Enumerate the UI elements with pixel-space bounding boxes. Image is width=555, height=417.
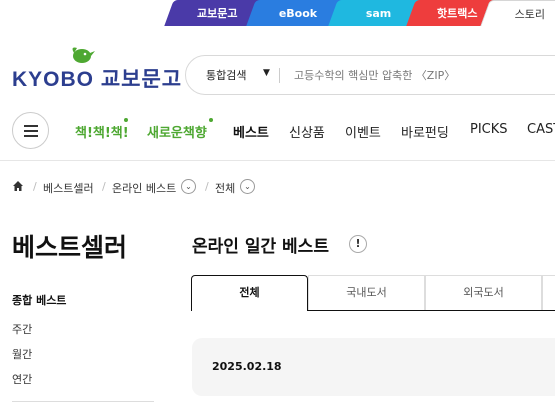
home-icon[interactable]: [12, 180, 24, 192]
breadcrumb-separator: /: [205, 180, 209, 193]
tab-more[interactable]: [542, 275, 555, 311]
date-panel: 2025.02.18: [192, 338, 555, 396]
breadcrumb-all[interactable]: 전체: [215, 180, 235, 196]
breadcrumb-separator: /: [102, 180, 106, 193]
nav-item-picks[interactable]: PICKS: [470, 122, 508, 137]
side-link-weekly[interactable]: 주간: [12, 321, 32, 337]
side-link-monthly[interactable]: 월간: [12, 346, 32, 362]
tab-all[interactable]: 전체: [191, 275, 308, 311]
search-bar[interactable]: 통합검색 ▼ 고등수학의 핵심만 압축한 〈ZIP〉: [185, 55, 555, 95]
breadcrumb-online-best[interactable]: 온라인 베스트: [112, 180, 176, 196]
service-tabs: 교보문고 eBook sam 핫트랙스 스토리✕: [164, 0, 555, 26]
nav-item-new-scent[interactable]: 새로운책향: [147, 122, 207, 141]
search-scope-select[interactable]: 통합검색: [206, 67, 246, 83]
page: 교보문고 eBook sam 핫트랙스 스토리✕ KYOBO 교보문고 통합검색…: [0, 0, 555, 417]
kyobo-logo[interactable]: KYOBO 교보문고: [12, 44, 181, 91]
hamburger-icon: [24, 130, 38, 132]
hamburger-icon: [24, 135, 38, 137]
tab-foreign[interactable]: 외국도서: [425, 275, 542, 311]
service-tab-label: 핫트랙스: [436, 7, 478, 20]
logo-text: KYOBO 교보문고: [12, 68, 183, 91]
divider: [279, 68, 280, 83]
nav-item-cast[interactable]: CAST: [527, 122, 555, 137]
nav-item-chaek[interactable]: 책!책!책!: [75, 122, 129, 141]
service-tab-label: eBook: [278, 6, 318, 20]
hamburger-icon: [24, 125, 38, 127]
new-dot-icon: [209, 118, 213, 122]
chevron-down-icon[interactable]: ▼: [263, 68, 270, 78]
service-tab-label: 교보문고: [196, 7, 238, 20]
section-title: 온라인 일간 베스트: [192, 237, 329, 257]
menu-button[interactable]: [12, 112, 49, 149]
nav-item-new-products[interactable]: 신상품: [289, 122, 325, 141]
divider: [308, 310, 555, 311]
nav-item-funding[interactable]: 바로펀딩: [401, 122, 449, 141]
breadcrumb-separator: /: [33, 180, 37, 193]
category-tabs: 전체 국내도서 외국도서: [191, 275, 555, 311]
search-input[interactable]: 고등수학의 핵심만 압축한 〈ZIP〉: [294, 67, 455, 83]
service-tab-story[interactable]: 스토리✕: [480, 0, 555, 26]
nav-item-events[interactable]: 이벤트: [345, 122, 381, 141]
breadcrumb-bestseller[interactable]: 베스트셀러: [43, 180, 94, 196]
service-tab-label: sam: [366, 6, 392, 20]
chevron-down-icon[interactable]: ⌄: [181, 179, 196, 194]
logo-bird-icon: [72, 47, 95, 63]
divider: [12, 401, 154, 402]
service-tab-label: 스토리: [514, 7, 546, 21]
new-dot-icon: [124, 118, 128, 122]
page-title: 베스트셀러: [12, 233, 128, 262]
chevron-down-icon[interactable]: ⌄: [240, 179, 255, 194]
tab-domestic[interactable]: 국내도서: [308, 275, 425, 311]
side-link-yearly[interactable]: 연간: [12, 371, 32, 387]
nav-item-best[interactable]: 베스트: [233, 122, 269, 141]
side-section-title: 종합 베스트: [12, 294, 67, 307]
divider: [0, 160, 555, 161]
date-label: 2025.02.18: [212, 360, 282, 373]
info-icon[interactable]: !: [349, 235, 367, 253]
